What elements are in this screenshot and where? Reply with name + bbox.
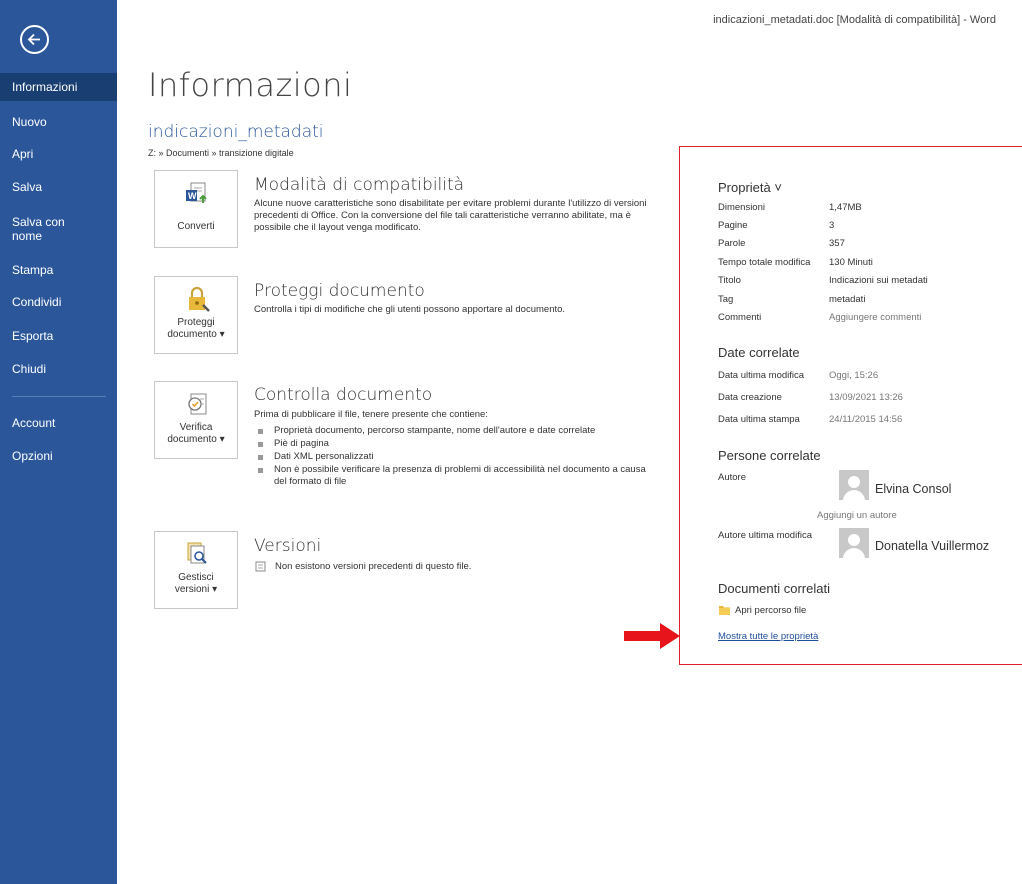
title-field[interactable]: Indicazioni sui metadati xyxy=(829,275,928,286)
property-label: Commenti xyxy=(718,312,762,323)
list-item: Piè di pagina xyxy=(256,438,656,450)
word-convert-icon: W xyxy=(186,182,207,203)
sidebar-item-apri[interactable]: Apri xyxy=(0,147,117,161)
manage-versions-button[interactable]: Gestisci versioni ▾ xyxy=(154,531,238,609)
property-label: Pagine xyxy=(718,220,748,231)
tag-field[interactable]: metadati xyxy=(829,294,865,305)
comments-field[interactable]: Aggiungere commenti xyxy=(829,312,921,323)
sidebar-item-salva[interactable]: Salva xyxy=(0,180,117,194)
avatar xyxy=(839,528,869,558)
sidebar-divider xyxy=(12,396,106,397)
property-label: Parole xyxy=(718,238,746,249)
show-all-properties-link[interactable]: Mostra tutte le proprietà xyxy=(718,631,818,642)
versions-icon xyxy=(187,542,207,564)
versions-button-label-1: Gestisci xyxy=(178,572,214,583)
property-value: 3 xyxy=(829,220,835,231)
protect-text: Controlla i tipi di modifiche che gli ut… xyxy=(254,304,566,315)
property-value: 24/11/2015 14:56 xyxy=(829,414,903,425)
breadcrumb: Z: » Documenti » transizione digitale xyxy=(148,148,294,158)
related-dates-header: Date correlate xyxy=(718,345,800,360)
sidebar-item-stampa[interactable]: Stampa xyxy=(0,263,117,277)
properties-panel: Proprietà ˅ Dimensioni 1,47MB Pagine 3 P… xyxy=(679,146,1022,665)
add-author-link[interactable]: Aggiungi un autore xyxy=(817,510,897,521)
list-item: Proprietà documento, percorso stampante,… xyxy=(256,425,656,437)
convert-button-label: Converti xyxy=(177,221,215,232)
related-documents-header: Documenti correlati xyxy=(718,581,830,596)
folder-icon xyxy=(719,606,730,615)
annotation-arrow-icon xyxy=(624,623,680,649)
open-file-location-link[interactable]: Apri percorso file xyxy=(735,605,806,616)
list-item: Dati XML personalizzati xyxy=(256,451,656,463)
compat-text: Alcune nuove caratteristiche sono disabi… xyxy=(254,198,647,233)
lock-icon xyxy=(189,286,210,312)
sidebar-item-nuovo[interactable]: Nuovo xyxy=(0,115,117,129)
protect-document-button[interactable]: Proteggi documento ▾ xyxy=(154,276,238,354)
inspect-bullet-list: Proprietà documento, percorso stampante,… xyxy=(256,425,656,489)
svg-text:W: W xyxy=(188,191,197,201)
property-label: Data creazione xyxy=(718,392,782,403)
author-name[interactable]: Elvina Consol xyxy=(875,482,951,496)
inspect-title: Controlla documento xyxy=(254,385,433,405)
window-title: indicazioni_metadati.doc [Modalità di co… xyxy=(713,14,996,26)
avatar xyxy=(839,470,869,500)
property-label: Tag xyxy=(718,294,734,305)
document-icon xyxy=(255,561,266,572)
property-label: Dimensioni xyxy=(718,202,765,213)
sidebar-item-salva-con-nome[interactable]: Salva con nome xyxy=(0,215,80,243)
last-modified-by-label: Autore ultima modifica xyxy=(718,530,812,541)
inspect-document-button[interactable]: Verifica documento ▾ xyxy=(154,381,238,459)
property-value: 1,47MB xyxy=(829,202,862,213)
back-button[interactable] xyxy=(20,25,49,54)
back-arrow-icon xyxy=(27,33,40,46)
inspect-document-icon xyxy=(188,393,207,415)
versions-button-label-2: versioni ▾ xyxy=(174,584,218,595)
versions-title: Versioni xyxy=(254,536,322,556)
property-value: 357 xyxy=(829,238,845,249)
sidebar-item-condividi[interactable]: Condividi xyxy=(0,295,117,309)
property-value: Oggi, 15:26 xyxy=(829,370,879,381)
compat-title: Modalità di compatibilità xyxy=(254,175,465,195)
properties-header[interactable]: Proprietà ˅ xyxy=(718,180,782,195)
page-title: Informazioni xyxy=(148,66,353,104)
sidebar-item-account[interactable]: Account xyxy=(0,416,117,430)
versions-text: Non esistono versioni precedenti di ques… xyxy=(275,561,472,572)
list-item: Non è possibile verificare la presenza d… xyxy=(256,464,656,488)
related-people-header: Persone correlate xyxy=(718,448,821,463)
protect-button-label-1: Proteggi xyxy=(177,317,215,328)
sidebar-item-chiudi[interactable]: Chiudi xyxy=(0,362,117,376)
backstage-sidebar: Informazioni Nuovo Apri Salva Salva con … xyxy=(0,0,117,884)
inspect-button-label-2: documento ▾ xyxy=(167,434,225,445)
property-label: Titolo xyxy=(718,275,741,286)
sidebar-item-informazioni[interactable]: Informazioni xyxy=(0,73,117,101)
property-value: 13/09/2021 13:26 xyxy=(829,392,903,403)
sidebar-item-esporta[interactable]: Esporta xyxy=(0,329,117,343)
property-label: Tempo totale modifica xyxy=(718,257,811,268)
last-modified-by-name[interactable]: Donatella Vuillermoz xyxy=(875,539,989,553)
author-label: Autore xyxy=(718,472,746,483)
property-value: 130 Minuti xyxy=(829,257,873,268)
sidebar-item-opzioni[interactable]: Opzioni xyxy=(0,449,117,463)
property-label: Data ultima stampa xyxy=(718,414,800,425)
property-label: Data ultima modifica xyxy=(718,370,805,381)
protect-button-label-2: documento ▾ xyxy=(167,329,225,340)
document-name: indicazioni_metadati xyxy=(148,122,324,142)
protect-title: Proteggi documento xyxy=(254,281,425,301)
convert-button[interactable]: W Converti xyxy=(154,170,238,248)
inspect-text: Prima di pubblicare il file, tenere pres… xyxy=(254,409,488,420)
inspect-button-label-1: Verifica xyxy=(179,422,213,433)
